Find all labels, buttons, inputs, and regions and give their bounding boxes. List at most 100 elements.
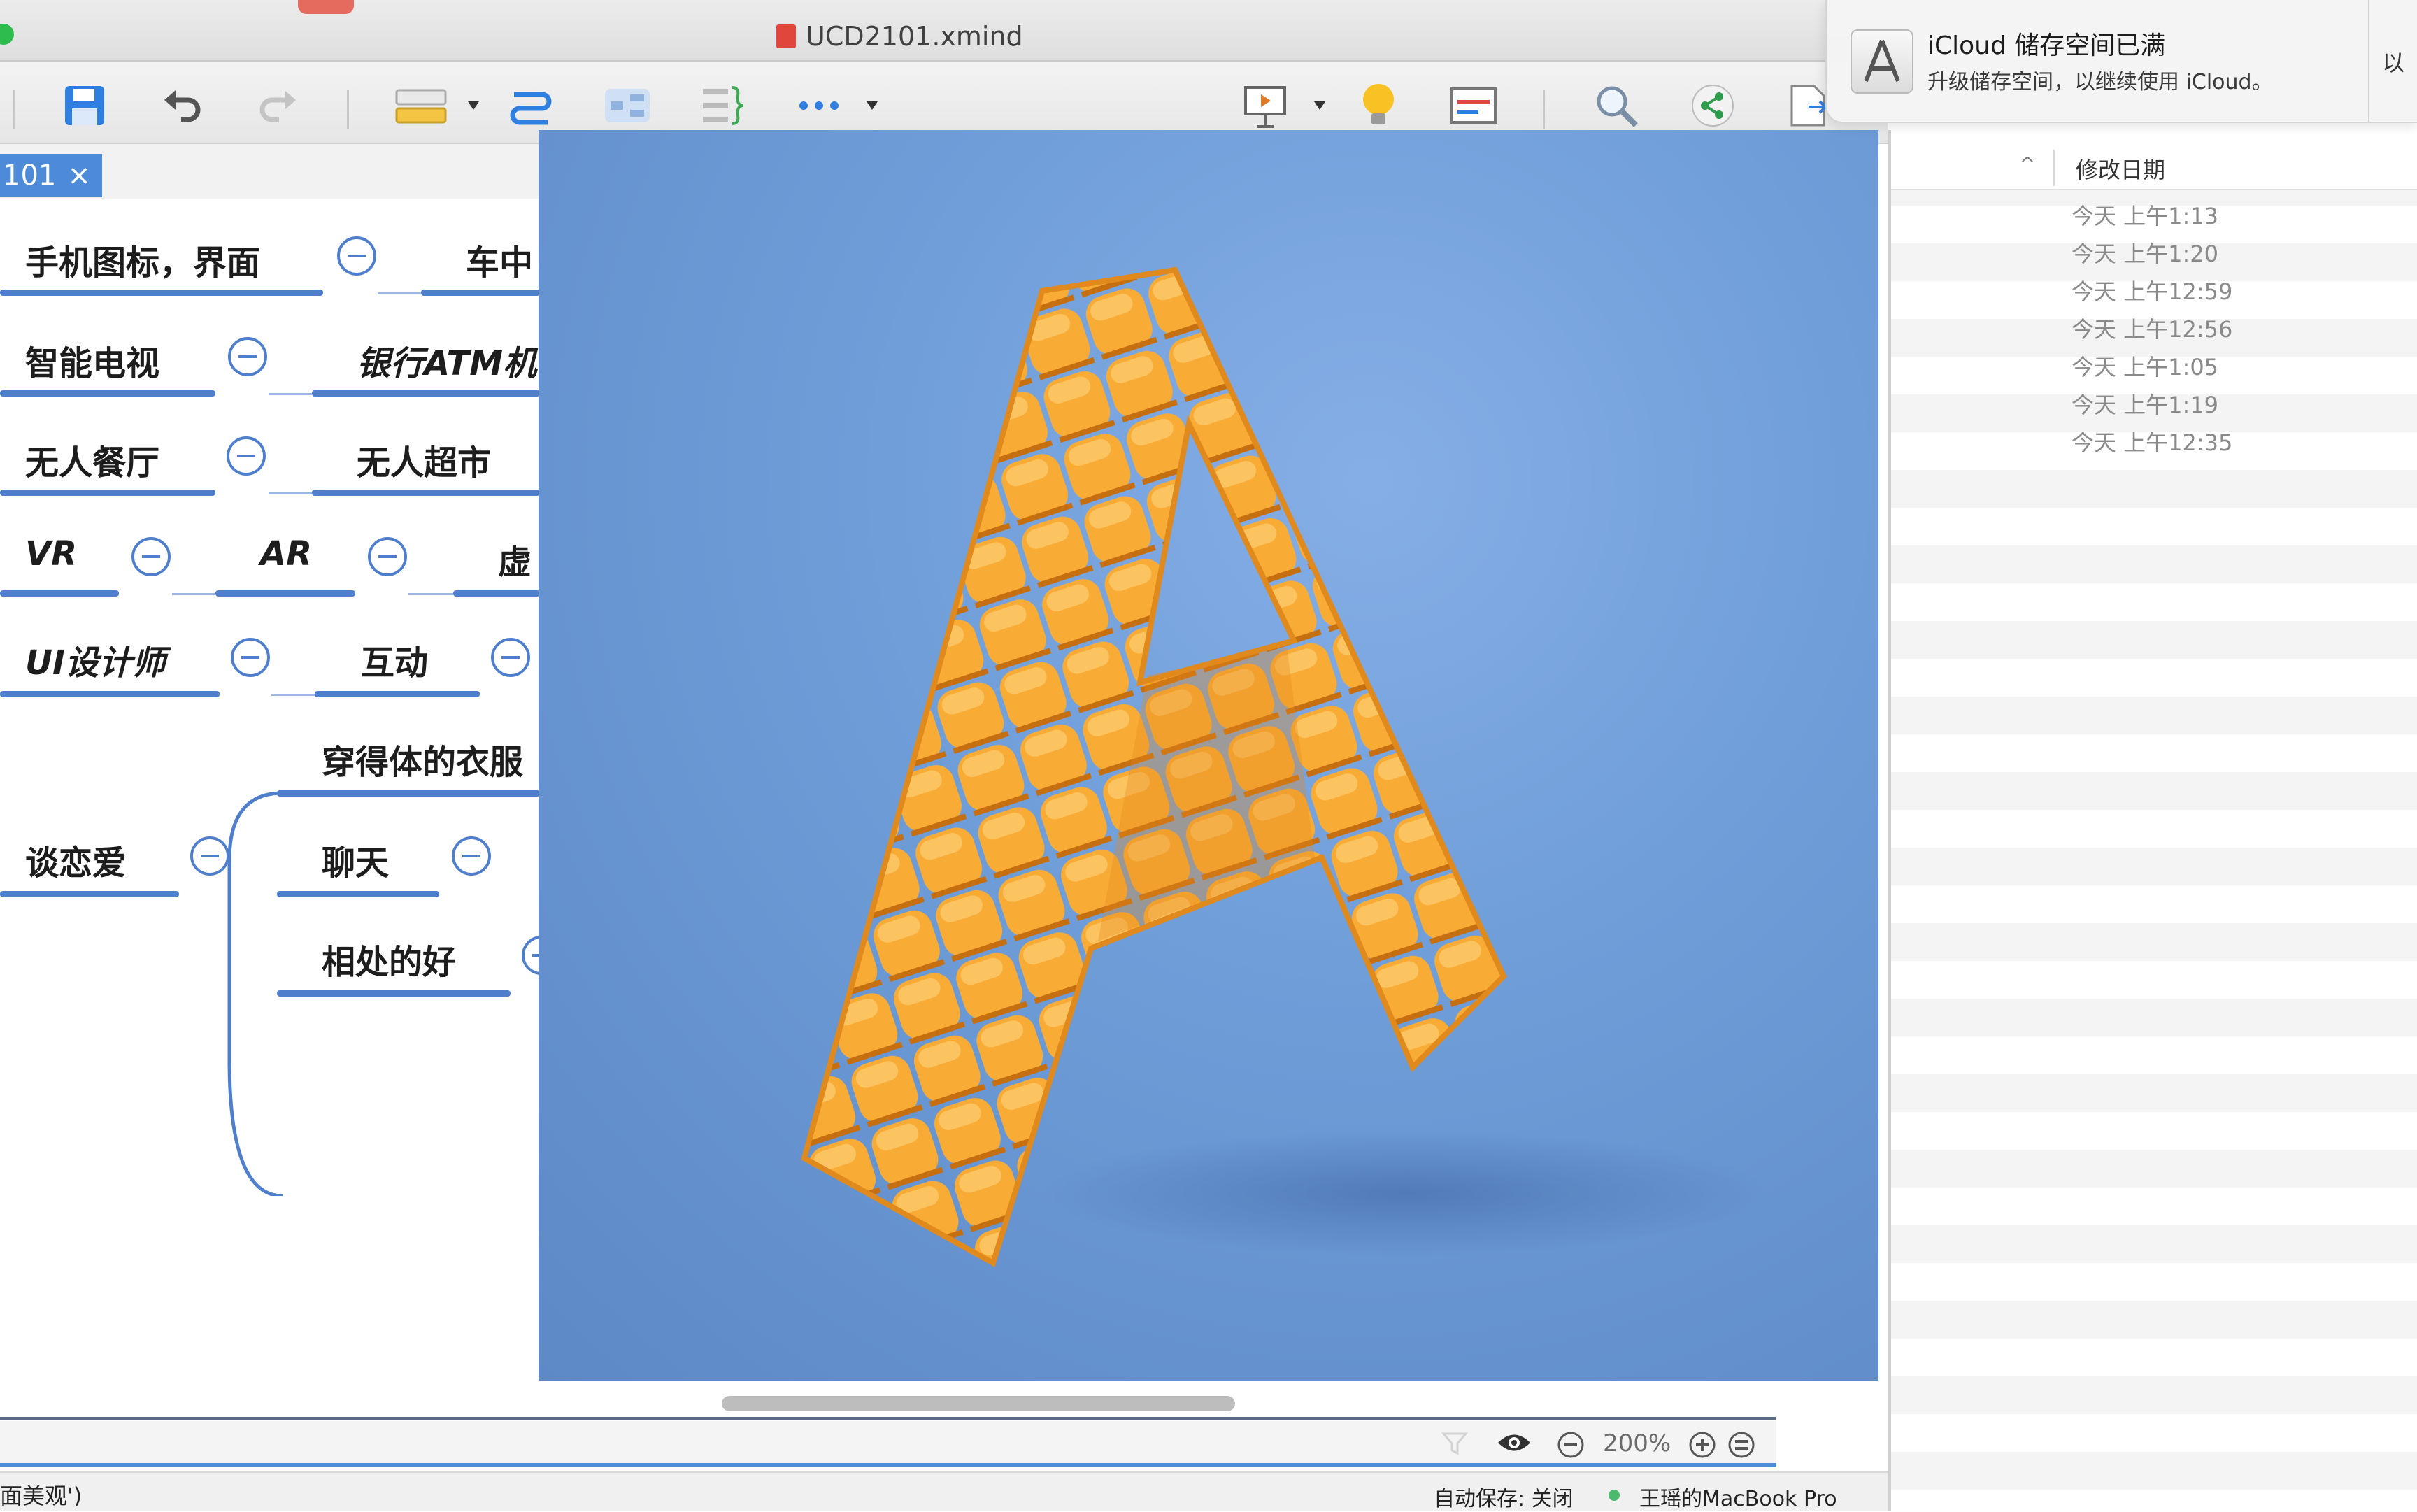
status-left-text: 面美观')	[0, 1483, 83, 1509]
collapse-icon[interactable]	[190, 836, 229, 876]
connector-line	[269, 393, 312, 395]
topic-interaction[interactable]: 互动	[361, 635, 428, 684]
app-store-icon	[1851, 29, 1913, 94]
topic-ar[interactable]: AR	[260, 534, 312, 573]
file-modified-date[interactable]: 今天 上午1:19	[2072, 387, 2218, 420]
branch-connector	[227, 791, 283, 1196]
connector-line	[172, 593, 215, 595]
structure-icon[interactable]	[603, 81, 652, 130]
file-modified-date[interactable]: 今天 上午1:20	[2072, 236, 2218, 269]
file-modified-date[interactable]: 今天 上午1:13	[2072, 199, 2218, 231]
drop-shadow	[1042, 1130, 1769, 1256]
mindmap-canvas[interactable]: 手机图标，界面 车中 智能电视 银行ATM机 无人餐厅 无人超市 VR AR 虚…	[0, 199, 561, 1388]
chevron-down-icon[interactable]	[1309, 81, 1330, 130]
topic-phone-icon-ui[interactable]: 手机图标，界面	[25, 235, 260, 284]
outline-icon[interactable]	[1449, 81, 1498, 130]
filter-icon[interactable]	[1441, 1429, 1469, 1460]
topic-underline	[312, 490, 540, 496]
share-icon[interactable]	[1688, 81, 1737, 130]
icloud-notification[interactable]	[1825, 0, 2417, 123]
image-preview-letter-a[interactable]	[539, 130, 1878, 1381]
undo-icon[interactable]	[158, 81, 207, 130]
topic-unmanned-supermarket[interactable]: 无人超市	[357, 435, 491, 484]
notification-action-button[interactable]: 以	[2368, 0, 2417, 123]
chevron-down-icon[interactable]	[862, 81, 883, 130]
redo-icon[interactable]	[253, 81, 302, 130]
topic-romance[interactable]: 谈恋爱	[25, 835, 126, 884]
topic-underline	[0, 490, 215, 496]
topic-underline	[0, 691, 220, 697]
tab-close-icon[interactable]: ×	[67, 159, 91, 192]
tab-label: 101	[3, 159, 57, 192]
topic-bank-atm[interactable]: 银行ATM机	[357, 336, 536, 385]
sort-ascending-icon[interactable]: ^	[2020, 154, 2035, 175]
tab-ucd2101[interactable]: 101 ×	[0, 154, 102, 197]
topic-underline	[0, 390, 215, 397]
topic-underline	[277, 891, 439, 897]
topic-underline	[277, 990, 511, 997]
notification-title: iCloud 储存空间已满	[1927, 31, 2166, 60]
relationship-icon[interactable]	[506, 81, 555, 130]
zoom-in-icon[interactable]	[1688, 1431, 1716, 1462]
collapse-icon[interactable]	[228, 337, 267, 376]
autosave-status[interactable]: 自动保存: 关闭	[1434, 1481, 1574, 1512]
topic-decent-clothes[interactable]: 穿得体的衣服	[322, 734, 523, 783]
column-separator	[2053, 150, 2055, 186]
topic-unmanned-restaurant[interactable]: 无人餐厅	[25, 435, 159, 484]
letter-a-image	[801, 266, 1769, 1267]
topic-underline	[421, 290, 540, 296]
window-close-button[interactable]	[0, 24, 14, 45]
collapse-icon[interactable]	[131, 537, 171, 576]
horizontal-scrollbar[interactable]	[722, 1396, 1235, 1411]
toolbar-separator	[347, 90, 349, 129]
column-title-modified-date[interactable]: 修改日期	[2076, 152, 2165, 185]
topic-virtual[interactable]: 虚	[498, 534, 532, 583]
window-title: UCD2101.xmind	[776, 21, 1023, 52]
topic-underline	[453, 590, 540, 597]
topic-underline	[215, 590, 355, 597]
presentation-icon[interactable]	[1241, 81, 1290, 130]
window-title-text: UCD2101.xmind	[806, 21, 1023, 52]
file-modified-date[interactable]: 今天 上午1:05	[2072, 350, 2218, 382]
xmind-file-icon	[776, 24, 796, 48]
style-icon[interactable]	[393, 81, 449, 130]
status-bar: 面美观') 自动保存: 关闭 王瑶的MacBook Pro	[0, 1471, 1888, 1511]
connector-line	[269, 492, 312, 494]
topic-underline	[277, 790, 540, 797]
notification-body: 升级储存空间，以继续使用 iCloud。	[1927, 70, 2273, 94]
save-icon[interactable]	[60, 81, 109, 130]
topic-smart-tv[interactable]: 智能电视	[25, 336, 159, 385]
background-tab-indicator	[298, 0, 354, 14]
topic-chat[interactable]: 聊天	[322, 835, 389, 884]
topic-underline	[0, 590, 119, 597]
zoom-bar	[0, 1421, 1776, 1467]
topic-underline	[0, 290, 323, 296]
connector-line	[378, 292, 421, 294]
topic-underline	[312, 390, 540, 397]
topic-vr[interactable]: VR	[25, 534, 77, 573]
fit-icon[interactable]	[1727, 1431, 1755, 1462]
toolbar-separator	[13, 90, 15, 129]
topic-underline	[315, 691, 480, 697]
collapse-icon[interactable]	[491, 638, 530, 677]
eye-icon[interactable]	[1497, 1431, 1532, 1457]
summary-icon[interactable]	[698, 81, 747, 130]
collapse-icon[interactable]	[231, 638, 270, 677]
topic-ui-designer[interactable]: UI设计师	[25, 635, 166, 684]
file-modified-date[interactable]: 今天 上午12:59	[2072, 274, 2232, 306]
chevron-down-icon[interactable]	[463, 81, 484, 130]
file-modified-date[interactable]: 今天 上午12:35	[2072, 425, 2232, 457]
topic-in-car[interactable]: 车中	[466, 235, 533, 284]
collapse-icon[interactable]	[452, 836, 491, 876]
topic-get-along[interactable]: 相处的好	[322, 934, 456, 983]
collapse-icon[interactable]	[227, 436, 266, 476]
search-icon[interactable]	[1592, 81, 1641, 130]
topic-underline	[0, 891, 179, 897]
zoom-out-icon[interactable]	[1557, 1431, 1585, 1462]
file-modified-date[interactable]: 今天 上午12:56	[2072, 312, 2232, 344]
collapse-icon[interactable]	[368, 537, 407, 576]
device-name: 王瑶的MacBook Pro	[1639, 1487, 1837, 1511]
collapse-icon[interactable]	[337, 236, 376, 276]
idea-icon[interactable]	[1354, 81, 1403, 130]
more-icon[interactable]	[794, 81, 843, 130]
